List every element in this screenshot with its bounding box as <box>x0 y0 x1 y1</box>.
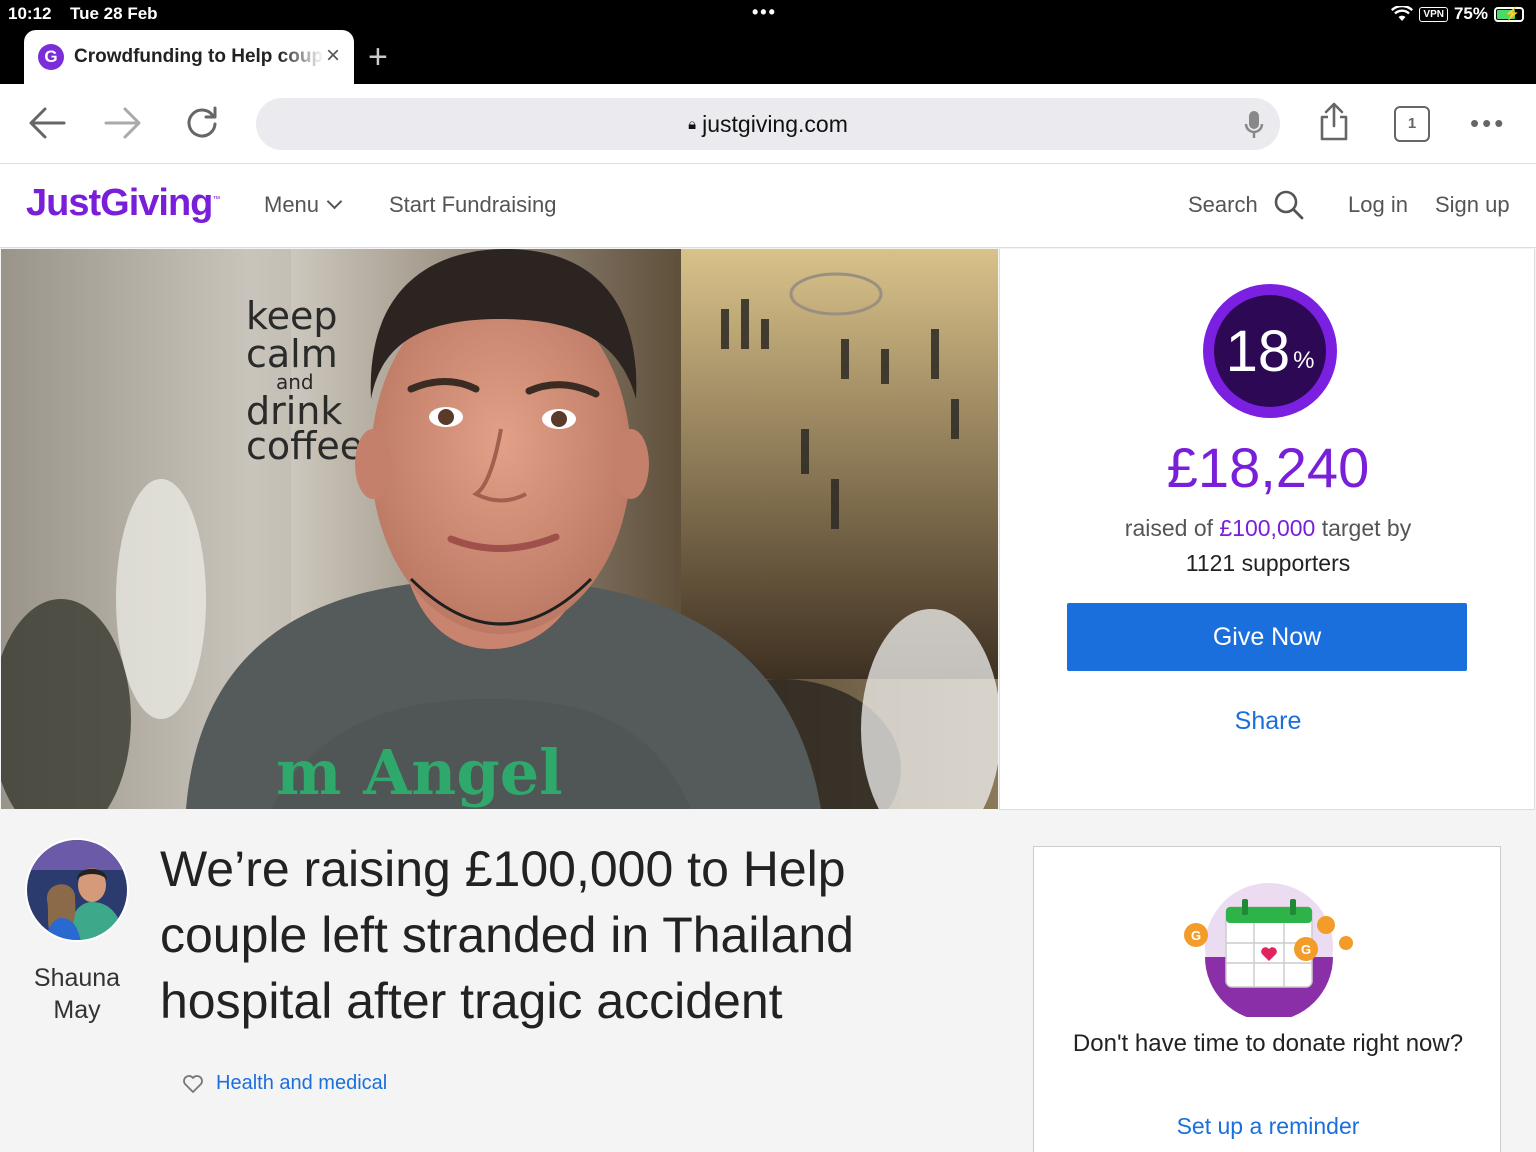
menu-dropdown[interactable]: Menu <box>264 192 343 218</box>
fundraising-stats-panel: 18% £18,240 raised of £100,000 target by… <box>999 249 1535 810</box>
status-time: 10:12 <box>8 4 52 23</box>
back-arrow-icon[interactable] <box>28 106 66 140</box>
tabs-count-button[interactable]: 1 <box>1394 106 1430 142</box>
forward-arrow-icon[interactable] <box>104 106 142 140</box>
wifi-icon <box>1391 6 1414 21</box>
target-amount: £100,000 <box>1219 515 1316 541</box>
svg-text:m Angel: m Angel <box>276 736 563 809</box>
search-button[interactable]: Search <box>1188 190 1304 220</box>
tab-bar: G Crowdfunding to Help couple left stran… <box>0 28 1536 84</box>
organizer-avatar[interactable] <box>25 838 129 942</box>
reminder-card: G G Don't have time to donate right now?… <box>1033 846 1501 1152</box>
target-by-label: target by <box>1321 515 1412 541</box>
avatar-image <box>27 840 127 940</box>
reminder-message: Don't have time to donate right now? <box>1072 1030 1464 1057</box>
multitasking-dots-icon[interactable]: ••• <box>752 2 777 23</box>
status-bar: 10:12 Tue 28 Feb ••• VPN 75% ⚡ <box>0 0 1536 28</box>
chevron-down-icon <box>326 193 343 210</box>
browser-tab-active[interactable]: G Crowdfunding to Help couple left stran… <box>24 30 354 84</box>
heart-outline-icon <box>183 1074 203 1093</box>
justgiving-logo[interactable]: JustGiving™ <box>26 182 220 225</box>
amount-raised: £18,240 <box>1166 436 1370 499</box>
signup-link[interactable]: Sign up <box>1435 192 1510 218</box>
close-tab-icon[interactable]: × <box>326 42 340 70</box>
calendar-coins-illustration: G G <box>1184 883 1353 1017</box>
browser-toolbar: 🔒︎ justgiving.com 1 ••• <box>0 84 1536 164</box>
category-link[interactable]: Health and medical <box>182 1072 387 1095</box>
give-now-button[interactable]: Give Now <box>1067 603 1467 671</box>
fundraiser-hero-photo: keep calm and drink coffee m Angel <box>1 249 998 809</box>
new-tab-icon[interactable]: + <box>368 38 388 77</box>
percent-sign: % <box>1293 347 1315 374</box>
vpn-badge: VPN <box>1419 6 1448 22</box>
raised-of-label: raised of <box>1124 515 1213 541</box>
supporters-count: 1121 supporters <box>1185 550 1351 576</box>
lock-icon: 🔒︎ <box>688 115 697 133</box>
status-date: Tue 28 Feb <box>70 4 158 23</box>
search-icon <box>1274 190 1304 220</box>
start-fundraising-link[interactable]: Start Fundraising <box>389 192 557 218</box>
svg-text:G: G <box>1191 928 1201 943</box>
progress-ring-inner: 18% <box>1214 295 1326 407</box>
category-label: Health and medical <box>216 1072 388 1094</box>
more-options-icon[interactable]: ••• <box>1470 108 1506 139</box>
search-label: Search <box>1188 192 1258 217</box>
raised-summary: raised of £100,000 target by 1121 suppor… <box>1000 511 1536 581</box>
battery-charging-icon: ⚡ <box>1494 6 1524 22</box>
login-link[interactable]: Log in <box>1348 192 1408 218</box>
hero-photo-image: keep calm and drink coffee m Angel <box>1 249 998 809</box>
svg-text:coffee: coffee <box>246 424 363 468</box>
progress-percent: 18 <box>1225 318 1291 384</box>
url-text: justgiving.com <box>702 110 848 137</box>
progress-ring: 18% <box>1203 284 1337 418</box>
reload-icon[interactable] <box>184 104 220 140</box>
organizer-name[interactable]: Shauna May <box>20 962 134 1026</box>
status-right: VPN 75% ⚡ <box>1391 4 1524 24</box>
justgiving-favicon-icon: G <box>38 44 64 70</box>
battery-percent: 75% <box>1453 4 1488 23</box>
trademark-symbol: ™ <box>212 194 221 204</box>
share-link[interactable]: Share <box>1000 707 1536 736</box>
svg-text:G: G <box>1301 942 1311 957</box>
address-bar[interactable]: 🔒︎ justgiving.com <box>256 98 1280 150</box>
share-icon[interactable] <box>1318 102 1350 142</box>
menu-label: Menu <box>264 192 320 217</box>
tab-title: Crowdfunding to Help couple left strande… <box>74 46 324 67</box>
page-title: We’re raising £100,000 to Help couple le… <box>160 841 854 1029</box>
set-up-reminder-link[interactable]: Set up a reminder <box>1034 1113 1502 1140</box>
site-header: JustGiving™ Menu Start Fundraising Searc… <box>0 164 1536 248</box>
microphone-icon[interactable] <box>1244 110 1264 140</box>
